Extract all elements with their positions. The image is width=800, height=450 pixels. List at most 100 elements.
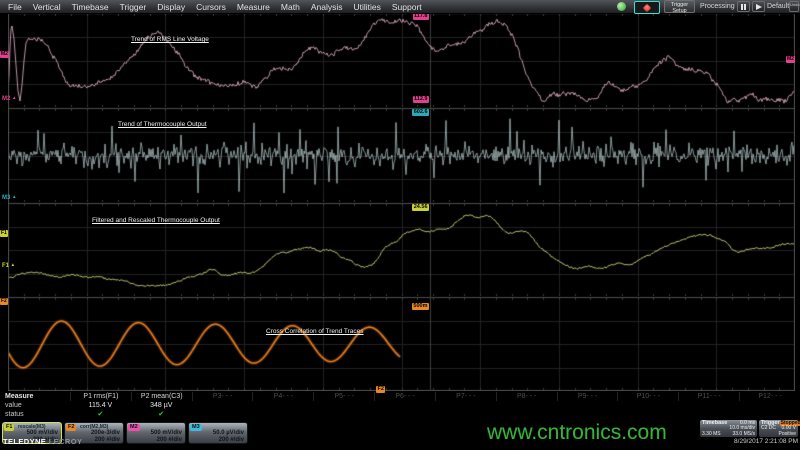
measure-param-1[interactable]: P1 rms(F1) xyxy=(70,392,131,401)
brand-logo: TELEDYNE LECROY xyxy=(3,437,82,446)
measure-status-3 xyxy=(192,410,253,419)
oscilloscope-app: File Vertical Timebase Trigger Display Cursor… xyxy=(0,0,800,450)
measure-value-8 xyxy=(496,401,557,410)
menu-item-analysis[interactable]: Analysis xyxy=(311,2,343,12)
measure-row-status: status✔✔ xyxy=(0,410,800,419)
trace-annotation-f2: Cross Correlation of Trend Traces xyxy=(266,328,364,335)
trigger-setup-button[interactable]: Trigger Setup xyxy=(664,0,695,13)
trace-points-per-div: 200 #/div xyxy=(95,437,120,444)
datetime-label: 8/29/2017 2:21:08 PM xyxy=(734,438,798,445)
measure-value-3 xyxy=(192,401,253,410)
measure-status-9 xyxy=(557,410,618,419)
measure-value-7 xyxy=(435,401,496,410)
measure-param-2[interactable]: P2 mean(C3) xyxy=(131,392,192,401)
cursor-value-tag-m2: 112.9 xyxy=(413,96,429,103)
pause-icon xyxy=(741,4,743,10)
measure-param-10[interactable]: P10- - - xyxy=(617,392,678,401)
record-icon xyxy=(643,3,651,11)
measure-status-2: ✔ xyxy=(131,410,192,419)
timebase-summary-box[interactable]: Timebase0.0 ms 10.0 ms/div 3.30 MS33.0 M… xyxy=(700,420,757,437)
measure-row-label-status: status xyxy=(0,411,70,418)
trigger-setup-label-2: Setup xyxy=(665,8,694,14)
trace-label-m3: M3 ▲ xyxy=(2,194,16,201)
measure-value-4 xyxy=(252,401,313,410)
waveform-grid[interactable]: Trend of RMS Line VoltageTrend of Thermo… xyxy=(0,13,800,391)
trace-points-per-div: 200 #/div xyxy=(219,437,244,444)
cursor-value-tag-m3: 602.6 xyxy=(412,109,429,116)
play-button[interactable] xyxy=(752,1,765,12)
trace-level-marker-f2[interactable]: F2 xyxy=(0,298,8,305)
measure-param-8[interactable]: P8- - - xyxy=(496,392,557,401)
trace-tag-f2: F2 xyxy=(66,424,76,431)
measure-value-10 xyxy=(617,401,678,410)
measure-value-11 xyxy=(678,401,739,410)
trace-annotation-f1: Filtered and Rescaled Thermocouple Outpu… xyxy=(92,217,220,224)
brand-secondary: LECROY xyxy=(49,437,83,446)
undo-button[interactable]: Undo xyxy=(789,1,799,12)
measure-param-7[interactable]: P7- - - xyxy=(435,392,496,401)
timebase-samples: 3.30 MS xyxy=(702,432,721,437)
trace-descriptor-m2[interactable]: M2500 mV/div200 #/div xyxy=(126,422,186,444)
trace-annotation-m2: Trend of RMS Line Voltage xyxy=(131,36,209,43)
trace-level-marker-m2[interactable]: M2 xyxy=(0,51,9,58)
measure-status-6 xyxy=(374,410,435,419)
menu-item-measure[interactable]: Measure xyxy=(237,2,270,12)
cursor-value-tag-f1: 24.56 xyxy=(412,204,429,211)
menu-item-cursors[interactable]: Cursors xyxy=(196,2,226,12)
measure-value-9 xyxy=(557,401,618,410)
trace-label-f1: F1 ▲ xyxy=(2,262,15,269)
measure-status-1: ✔ xyxy=(70,410,131,419)
measure-status-10 xyxy=(617,410,678,419)
pause-button[interactable] xyxy=(737,1,750,12)
menu-item-display[interactable]: Display xyxy=(157,2,185,12)
measure-value-1: 115.4 V xyxy=(70,401,131,410)
menu-item-file[interactable]: File xyxy=(8,2,22,12)
trigger-slope: Positive xyxy=(778,432,796,437)
processing-label: Processing xyxy=(700,3,735,10)
trace-points-per-div: 200 #/div xyxy=(157,437,182,444)
trace-scale: 200e-3/div xyxy=(91,430,120,437)
trigger-source: C2 DC xyxy=(761,426,776,431)
waveform-canvas[interactable] xyxy=(8,13,795,391)
measure-param-3[interactable]: P3- - - xyxy=(192,392,253,401)
measure-status-8 xyxy=(496,410,557,419)
measure-param-5[interactable]: P5- - - xyxy=(313,392,374,401)
menu-item-math[interactable]: Math xyxy=(281,2,300,12)
trace-label-m2: M2 ▲ xyxy=(2,95,16,102)
menu-item-trigger[interactable]: Trigger xyxy=(120,2,147,12)
timebase-rate: 33.0 MS/s xyxy=(732,432,755,437)
trigger-summary-box[interactable]: TriggerStopped C2 DC0.00 V Positive xyxy=(759,420,798,437)
measure-param-11[interactable]: P11- - - xyxy=(678,392,739,401)
menu-item-vertical[interactable]: Vertical xyxy=(33,2,61,12)
measure-param-12[interactable]: P12- - - xyxy=(739,392,800,401)
measure-value-2: 348 µV xyxy=(131,401,192,410)
measure-row-label-header: Measure xyxy=(0,393,70,400)
measure-param-6[interactable]: P6- - - xyxy=(374,392,435,401)
trace-level-marker-m2-right[interactable]: M2 xyxy=(786,56,795,63)
measure-row-value: value115.4 V348 µV xyxy=(0,401,800,410)
menu-item-timebase[interactable]: Timebase xyxy=(72,2,109,12)
measure-value-5 xyxy=(313,401,374,410)
trace-tag-f1: F1 xyxy=(4,424,14,431)
measure-status-4 xyxy=(252,410,313,419)
measure-status-12 xyxy=(739,410,800,419)
trace-scale: 500 mV/div xyxy=(151,430,182,437)
measure-row-label-value: value xyxy=(0,402,70,409)
measure-status-11 xyxy=(678,410,739,419)
measure-value-6 xyxy=(374,401,435,410)
measure-status-5 xyxy=(313,410,374,419)
trace-descriptor-m3[interactable]: M350.0 µV/div200 #/div xyxy=(188,422,248,444)
acquisition-status-icon xyxy=(617,2,626,11)
cursor-value-tag-f2: 500m xyxy=(412,303,429,310)
trigger-stop-button[interactable] xyxy=(634,1,660,14)
measure-param-9[interactable]: P9- - - xyxy=(557,392,618,401)
menu-item-support[interactable]: Support xyxy=(392,2,422,12)
trace-level-marker-f1[interactable]: F1 xyxy=(0,230,8,237)
cursor-value-tag-m2: 117.8 xyxy=(413,13,429,20)
menu-item-utilities[interactable]: Utilities xyxy=(353,2,380,12)
measure-param-4[interactable]: P4- - - xyxy=(252,392,313,401)
brand-primary: TELEDYNE xyxy=(3,437,46,446)
play-icon xyxy=(756,4,762,10)
measure-table: MeasureP1 rms(F1)P2 mean(C3)P3- - -P4- -… xyxy=(0,392,800,422)
timebase-label: Timebase xyxy=(702,421,727,426)
